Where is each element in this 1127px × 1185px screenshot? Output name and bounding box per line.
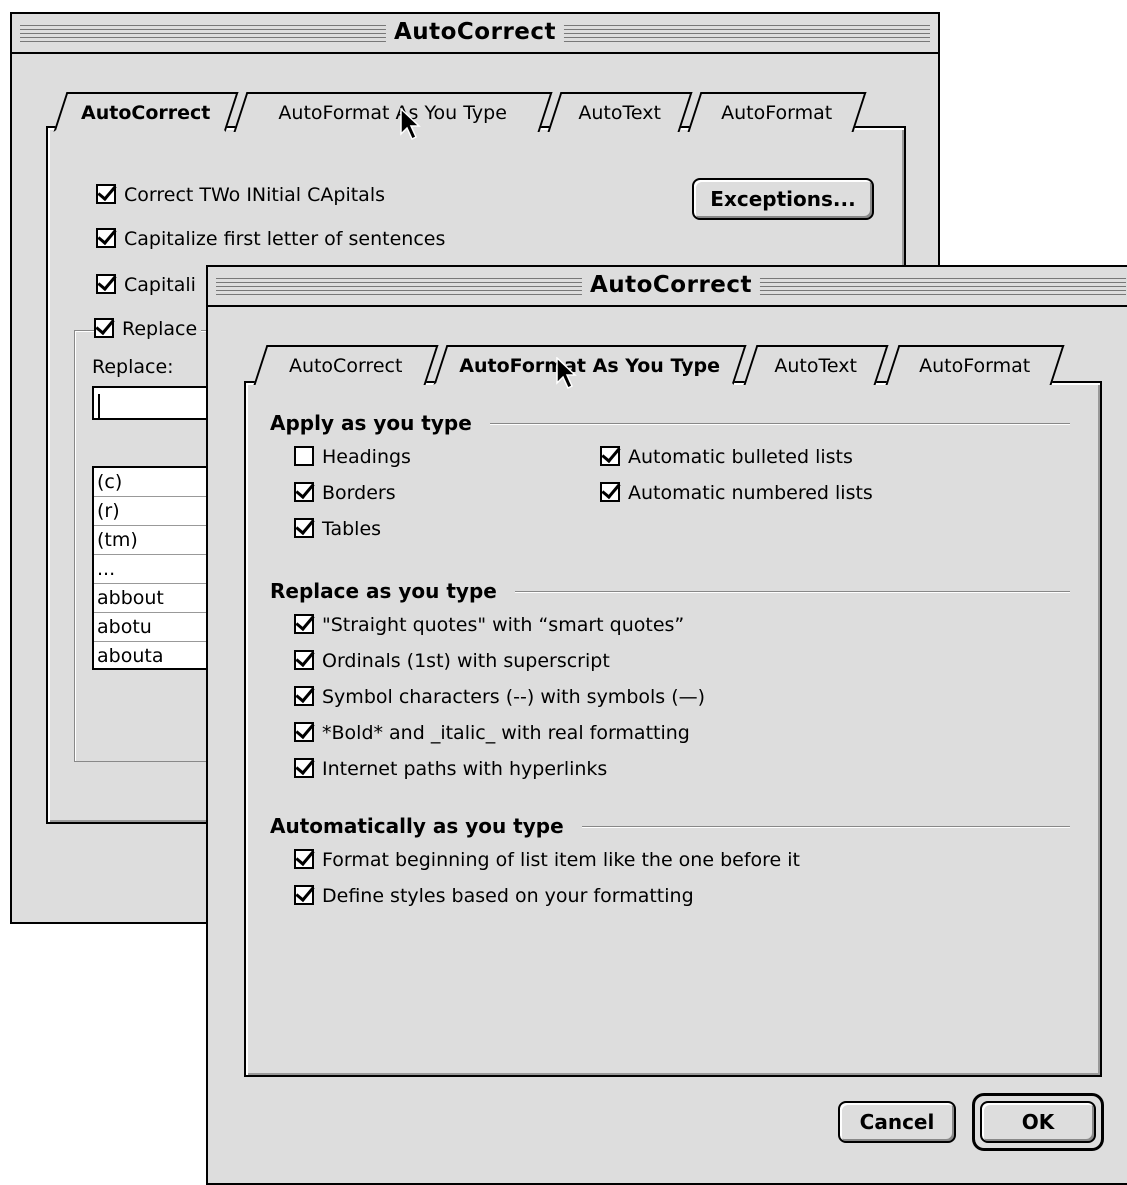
front-tab-autoformat-as-you-type[interactable]: AutoFormat As You Type xyxy=(433,345,747,385)
back-tab-autoformat[interactable]: AutoFormat xyxy=(687,92,867,132)
text-caret xyxy=(98,394,100,418)
front-dialog-titlebar[interactable]: AutoCorrect xyxy=(208,267,1127,307)
front-dialog-title: AutoCorrect xyxy=(581,272,761,298)
checkbox-checked-icon xyxy=(294,481,314,502)
back-option-replace-text[interactable]: Replace xyxy=(94,316,202,342)
back-dialog-title: AutoCorrect xyxy=(385,19,565,45)
option-numbered-lists[interactable]: Automatic numbered lists xyxy=(600,480,873,506)
ok-button[interactable]: OK xyxy=(980,1101,1096,1143)
back-tab-autoformat-as-you-type[interactable]: AutoFormat As You Type xyxy=(233,92,553,132)
group-heading-apply: Apply as you type xyxy=(270,411,490,435)
back-tab-autotext[interactable]: AutoText xyxy=(547,92,693,132)
checkbox-checked-icon xyxy=(600,481,620,502)
option-headings[interactable]: Headings xyxy=(294,444,411,470)
group-heading-replace: Replace as you type xyxy=(270,579,515,603)
option-smart-quotes[interactable]: "Straight quotes" with “smart quotes” xyxy=(294,612,684,638)
checkbox-checked-icon xyxy=(294,757,314,778)
option-bulleted-lists[interactable]: Automatic bulleted lists xyxy=(600,444,853,470)
checkbox-checked-icon xyxy=(294,517,314,538)
option-ordinals[interactable]: Ordinals (1st) with superscript xyxy=(294,648,610,674)
cancel-button[interactable]: Cancel xyxy=(838,1101,956,1143)
checkbox-checked-icon xyxy=(294,721,314,742)
front-tab-autoformat[interactable]: AutoFormat xyxy=(885,345,1065,385)
option-internet-paths[interactable]: Internet paths with hyperlinks xyxy=(294,756,607,782)
checkbox-checked-icon xyxy=(294,649,314,670)
option-symbol-characters[interactable]: Symbol characters (--) with symbols (—) xyxy=(294,684,705,710)
checkbox-checked-icon xyxy=(294,613,314,634)
back-replace-label: Replace: xyxy=(92,356,174,378)
checkbox-checked-icon xyxy=(600,445,620,466)
checkbox-checked-icon xyxy=(294,848,314,869)
group-divider xyxy=(478,423,1070,425)
checkbox-checked-icon xyxy=(294,884,314,905)
option-bold-italic[interactable]: *Bold* and _italic_ with real formatting xyxy=(294,720,690,746)
front-tab-autocorrect[interactable]: AutoCorrect xyxy=(253,345,439,385)
checkbox-checked-icon xyxy=(96,273,116,294)
group-divider xyxy=(568,826,1070,828)
option-borders[interactable]: Borders xyxy=(294,480,396,506)
checkbox-unchecked-icon xyxy=(294,445,314,466)
back-option-capitalize-sentences[interactable]: Capitalize first letter of sentences xyxy=(96,226,445,252)
back-tab-autocorrect[interactable]: AutoCorrect xyxy=(53,92,239,132)
back-option-correct-two-initials[interactable]: Correct TWo INitial CApitals xyxy=(96,182,385,208)
front-dialog-window: AutoCorrect AutoCorrect AutoFormat As Yo… xyxy=(206,265,1127,1185)
checkbox-checked-icon xyxy=(94,317,114,338)
group-heading-automatically: Automatically as you type xyxy=(270,814,582,838)
back-dialog-titlebar[interactable]: AutoCorrect xyxy=(12,14,938,54)
back-option-capitalize-names[interactable]: Capitali xyxy=(96,272,196,298)
group-divider xyxy=(498,591,1070,593)
option-format-list-items[interactable]: Format beginning of list item like the o… xyxy=(294,847,800,873)
exceptions-button[interactable]: Exceptions... xyxy=(692,178,874,220)
checkbox-checked-icon xyxy=(294,685,314,706)
checkbox-checked-icon xyxy=(96,183,116,204)
front-tab-autotext[interactable]: AutoText xyxy=(743,345,889,385)
option-tables[interactable]: Tables xyxy=(294,516,381,542)
option-define-styles[interactable]: Define styles based on your formatting xyxy=(294,883,694,909)
checkbox-checked-icon xyxy=(96,227,116,248)
